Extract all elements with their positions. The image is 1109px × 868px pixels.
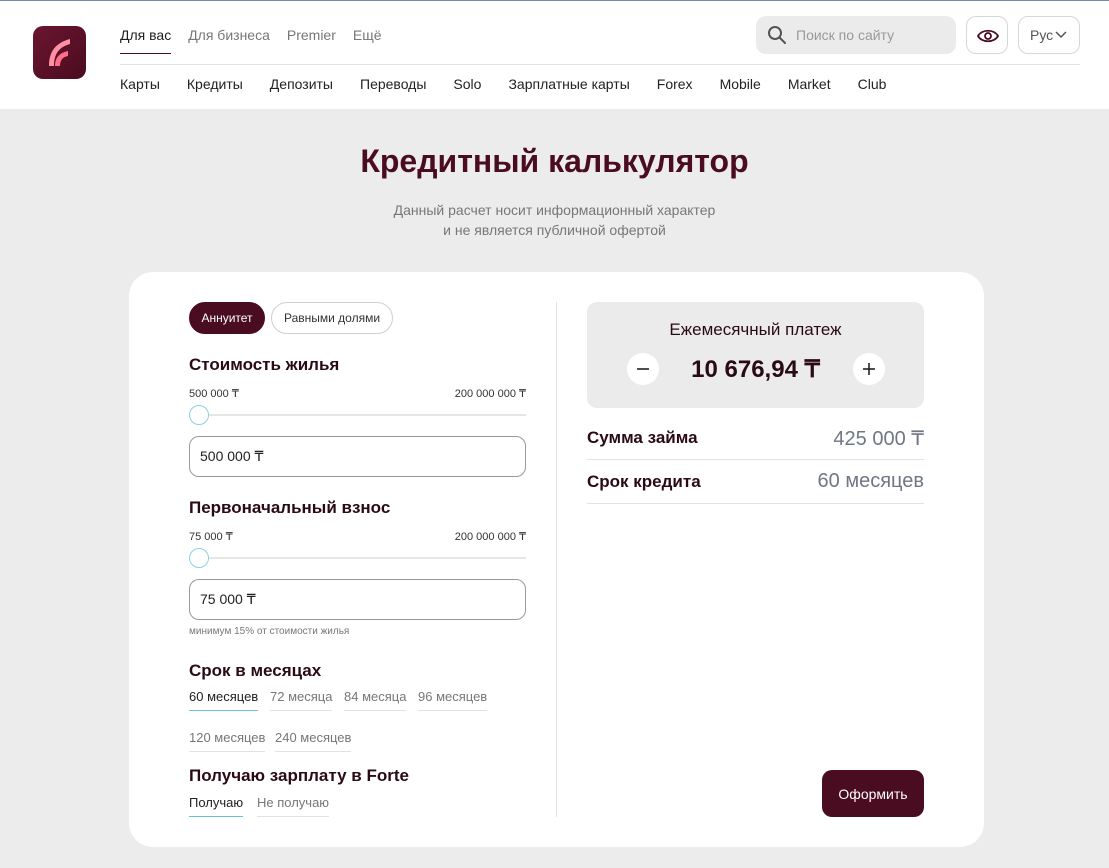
nav-club[interactable]: Club <box>858 76 887 92</box>
price-field[interactable] <box>189 436 526 477</box>
term-option-240[interactable]: 240 месяцев <box>275 730 352 752</box>
page-subtitle: Данный расчет носит информационный харак… <box>0 200 1109 240</box>
plus-icon <box>863 363 875 375</box>
loan-amount-row: Сумма займа 425 000 ₸ <box>587 416 924 460</box>
monthly-payment-title: Ежемесячный платеж <box>669 320 842 339</box>
nav-market[interactable]: Market <box>788 76 831 92</box>
card-divider <box>556 302 557 817</box>
calculator-card: Аннуитет Равными долями Стоимость жилья … <box>129 272 984 847</box>
term-title: Срок в месяцах <box>189 661 322 680</box>
mode-equal-parts-button[interactable]: Равными долями <box>271 302 393 334</box>
down-payment-max-label: 200 000 000 ₸ <box>454 531 526 543</box>
nav-solo[interactable]: Solo <box>453 76 481 92</box>
header-divider <box>120 64 1080 65</box>
down-payment-min-label: 75 000 ₸ <box>189 531 233 543</box>
monthly-payment-box: Ежемесячный платеж 10 676,94 ₸ <box>587 302 924 408</box>
nav-credits[interactable]: Кредиты <box>187 76 243 92</box>
price-slider-track[interactable] <box>189 414 526 416</box>
loan-term-label: Срок кредита <box>587 472 701 491</box>
down-payment-field[interactable] <box>189 579 526 620</box>
loan-term-value: 60 месяцев <box>817 470 924 492</box>
submit-application-button[interactable]: Оформить <box>822 770 924 817</box>
price-input[interactable] <box>190 437 525 476</box>
down-payment-slider-track[interactable] <box>189 557 526 559</box>
category-nav: Карты Кредиты Депозиты Переводы Solo Зар… <box>120 76 913 92</box>
nav-deposits[interactable]: Депозиты <box>270 76 333 92</box>
salary-option-no[interactable]: Не получаю <box>257 795 330 817</box>
term-option-84[interactable]: 84 месяца <box>344 689 407 711</box>
nav-transfers[interactable]: Переводы <box>360 76 426 92</box>
price-slider-handle[interactable] <box>189 405 209 425</box>
segment-personal[interactable]: Для вас <box>120 27 172 54</box>
search-input[interactable] <box>796 16 946 54</box>
forte-logo-mark-icon <box>49 39 70 66</box>
down-payment-input[interactable] <box>190 580 525 619</box>
term-option-96[interactable]: 96 месяцев <box>418 689 488 711</box>
eye-icon <box>977 29 999 43</box>
segment-premier[interactable]: Premier <box>287 27 336 54</box>
nav-cards[interactable]: Карты <box>120 76 160 92</box>
term-option-60[interactable]: 60 месяцев <box>189 689 259 711</box>
nav-forex[interactable]: Forex <box>657 76 693 92</box>
segment-more[interactable]: Ещё <box>353 27 382 54</box>
language-selector[interactable]: Рус <box>1018 16 1080 54</box>
page-title: Кредитный калькулятор <box>360 143 749 179</box>
price-title: Стоимость жилья <box>189 355 340 374</box>
forte-logo[interactable] <box>33 26 86 79</box>
down-payment-slider-handle[interactable] <box>189 548 209 568</box>
salary-option-yes[interactable]: Получаю <box>189 795 244 817</box>
nav-mobile[interactable]: Mobile <box>720 76 761 92</box>
segment-business[interactable]: Для бизнеса <box>188 27 270 54</box>
subtitle-line-2: и не является публичной офертой <box>443 222 666 238</box>
segment-nav: Для вас Для бизнеса Premier Ещё <box>120 27 399 54</box>
nav-salary-cards[interactable]: Зарплатные карты <box>508 76 629 92</box>
chevron-down-icon <box>1055 31 1067 39</box>
accessibility-button[interactable] <box>966 16 1008 54</box>
mode-annuity-button[interactable]: Аннуитет <box>189 302 265 334</box>
price-min-label: 500 000 ₸ <box>189 388 239 400</box>
price-max-label: 200 000 000 ₸ <box>454 388 526 400</box>
loan-term-row: Срок кредита 60 месяцев <box>587 460 924 504</box>
term-option-120[interactable]: 120 месяцев <box>189 730 266 752</box>
down-payment-hint: минимум 15% от стоимости жилья <box>189 626 350 637</box>
subtitle-line-1: Данный расчет носит информационный харак… <box>393 202 716 218</box>
salary-title: Получаю зарплату в Forte <box>189 766 409 785</box>
down-payment-title: Первоначальный взнос <box>189 498 391 517</box>
search-icon <box>768 26 786 44</box>
search-box[interactable] <box>756 16 956 54</box>
loan-amount-label: Сумма займа <box>587 428 698 447</box>
increase-button[interactable] <box>853 353 885 385</box>
term-option-72[interactable]: 72 месяца <box>270 689 333 711</box>
loan-amount-value: 425 000 ₸ <box>833 428 924 450</box>
language-label: Рус <box>1030 27 1054 43</box>
site-header: Для вас Для бизнеса Premier Ещё Рус Карт… <box>0 1 1109 109</box>
